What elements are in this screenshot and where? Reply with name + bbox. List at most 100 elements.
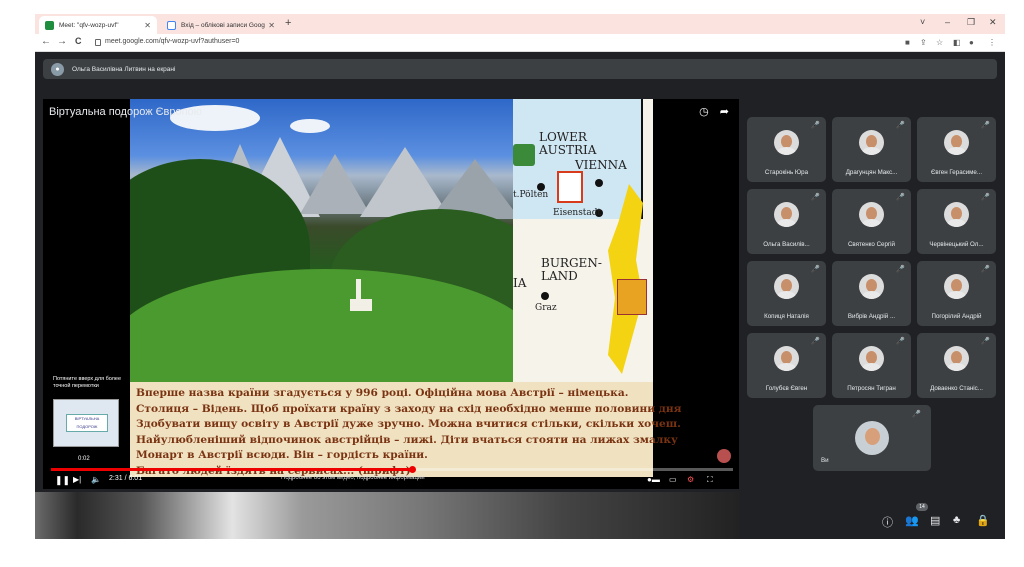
participant-name: Вибрів Андрій ... bbox=[847, 313, 896, 320]
fullscreen-icon[interactable]: ⛶ bbox=[707, 475, 713, 485]
mic-off-icon: 🎤 bbox=[896, 266, 905, 273]
address-bar: ← → C meet.google.com/qfv-wozp-uvf?authu… bbox=[35, 34, 1005, 52]
self-avatar bbox=[855, 421, 889, 455]
map-label-vienna: VIENNA bbox=[575, 158, 627, 172]
participant-tile[interactable]: 🎤 Погорілий Андрій bbox=[917, 261, 996, 326]
profile-icon[interactable]: ● bbox=[969, 38, 974, 47]
camera-icon[interactable]: ■ bbox=[905, 38, 910, 47]
mic-off-icon: 🎤 bbox=[981, 338, 990, 345]
participant-tile[interactable]: 🎤 Святенко Сергій bbox=[832, 189, 911, 254]
tab-close-icon[interactable]: ✕ bbox=[268, 21, 275, 30]
participant-avatar bbox=[944, 274, 969, 299]
self-name: Ви bbox=[821, 457, 829, 464]
participant-tile[interactable]: 🎤 Доваенко Станіс... bbox=[917, 333, 996, 398]
channel-logo-icon[interactable] bbox=[717, 449, 731, 463]
participant-tile[interactable]: 🎤 Червінецький Ол... bbox=[917, 189, 996, 254]
lock-icon[interactable] bbox=[95, 39, 101, 46]
reload-button[interactable]: C bbox=[75, 36, 82, 46]
tab-title: Meet: "qfv-wozp-uvf" bbox=[59, 21, 119, 29]
participant-tile[interactable]: 🎤 Копиця Наталія bbox=[747, 261, 826, 326]
participant-avatar bbox=[859, 202, 884, 227]
share-video-icon[interactable]: ➦ bbox=[720, 106, 729, 118]
caption-box: Вперше назва країни згадується у 996 роц… bbox=[130, 382, 681, 477]
participant-tile[interactable]: 🎤 Петросян Тигран bbox=[832, 333, 911, 398]
mic-off-icon: 🎤 bbox=[811, 338, 820, 345]
participant-name: Святенко Сергій bbox=[847, 241, 896, 248]
participant-avatar bbox=[944, 130, 969, 155]
participant-name: Копиця Наталія bbox=[764, 313, 809, 320]
mic-off-icon: 🎤 bbox=[912, 411, 921, 418]
new-tab-button[interactable]: + bbox=[285, 17, 291, 29]
participant-name: Голубєв Євген bbox=[765, 385, 808, 392]
activities-icon[interactable]: ♣ bbox=[953, 514, 960, 526]
map-label-polten: t.Pölten bbox=[513, 190, 549, 200]
participant-tile[interactable]: 🎤 Євген Герасиме... bbox=[917, 117, 996, 182]
self-tile[interactable]: 🎤 Ви bbox=[813, 405, 931, 471]
participant-avatar bbox=[859, 274, 884, 299]
mic-off-icon: 🎤 bbox=[981, 122, 990, 129]
lock-icon[interactable]: 🔒 bbox=[976, 514, 990, 527]
forward-button[interactable]: → bbox=[57, 36, 67, 47]
participant-name: Погорілий Андрій bbox=[931, 313, 982, 320]
volume-icon[interactable]: 🔈 bbox=[91, 475, 101, 484]
video-title: Віртуальна подорож Європою bbox=[49, 106, 202, 118]
tab-meet[interactable]: Meet: "qfv-wozp-uvf" ✕ bbox=[39, 16, 157, 34]
mic-off-icon: 🎤 bbox=[811, 194, 820, 201]
minimize-button[interactable]: – bbox=[945, 17, 950, 27]
url-field[interactable]: meet.google.com/qfv-wozp-uvf?authuser=0 bbox=[105, 38, 239, 45]
map-label-lower-austria: LOWER AUSTRIA bbox=[539, 130, 597, 157]
next-icon[interactable]: ▶| bbox=[73, 475, 81, 484]
participant-name: Червінецький Ол... bbox=[929, 241, 984, 248]
participant-tile[interactable]: 🎤 Вибрів Андрій ... bbox=[832, 261, 911, 326]
participant-avatar bbox=[859, 130, 884, 155]
presenter-avatar: ● bbox=[51, 62, 64, 76]
participant-tile[interactable]: 🎤 Драгунцян Макс... bbox=[832, 117, 911, 182]
participant-name: Старокінь Юра bbox=[764, 169, 809, 176]
sidebar-icon[interactable]: ◧ bbox=[953, 38, 961, 47]
chat-icon[interactable]: ▤ bbox=[930, 514, 940, 527]
mic-off-icon: 🎤 bbox=[811, 122, 820, 129]
settings-icon[interactable]: ⚙ bbox=[687, 475, 694, 484]
map-label-burgenland: BURGEN- LAND bbox=[541, 256, 602, 283]
video-info-text: Подробнее об этом видео, подробнее инфор… bbox=[281, 475, 425, 481]
video-controls: ❚❚ ▶| 🔈 2:31 / 6:01 Подробнее об этом ви… bbox=[51, 475, 733, 489]
meet-favicon-icon bbox=[45, 20, 54, 30]
participant-name: Петросян Тигран bbox=[847, 385, 896, 392]
people-icon[interactable]: 👥 bbox=[905, 514, 919, 527]
presenter-banner: ● Ольга Василівна Литвин на екрані bbox=[43, 59, 997, 79]
participant-avatar bbox=[774, 274, 799, 299]
close-window-button[interactable]: ✕ bbox=[989, 17, 997, 28]
maximize-button[interactable]: ❐ bbox=[967, 17, 975, 28]
map-of-austria: LOWER AUSTRIA VIENNA t.Pölten Eisenstadt… bbox=[513, 99, 653, 382]
pause-icon[interactable]: ❚❚ bbox=[55, 475, 70, 486]
tab-bar: Meet: "qfv-wozp-uvf" ✕ Вхід – облікові з… bbox=[35, 14, 1005, 34]
tab-search-icon[interactable]: ˅ bbox=[920, 17, 925, 27]
menu-icon[interactable]: ⋮ bbox=[988, 38, 996, 47]
participant-name: Драгунцян Макс... bbox=[845, 169, 898, 176]
participant-tile[interactable]: 🎤 Голубєв Євген bbox=[747, 333, 826, 398]
presenter-text: Ольга Василівна Литвин на екрані bbox=[72, 65, 176, 73]
participant-tile[interactable]: 🎤 Старокінь Юра bbox=[747, 117, 826, 182]
subtitles-icon[interactable]: ▭ bbox=[669, 475, 677, 484]
participant-avatar bbox=[944, 346, 969, 371]
video-progress-bar[interactable] bbox=[51, 466, 733, 473]
mic-off-icon: 🎤 bbox=[896, 194, 905, 201]
video-top-controls: ◷ ➦ bbox=[699, 105, 729, 118]
info-icon[interactable]: ⓘ bbox=[882, 514, 893, 530]
mic-off-icon: 🎤 bbox=[896, 122, 905, 129]
caption-line: Здобувати вищу освіту в Австрії дуже зру… bbox=[136, 418, 681, 430]
tab-close-icon[interactable]: ✕ bbox=[144, 21, 151, 30]
participant-name: Ольга Василів... bbox=[763, 241, 810, 248]
participant-tile[interactable]: 🎤 Ольга Василів... bbox=[747, 189, 826, 254]
video-time: 2:31 / 6:01 bbox=[109, 475, 143, 482]
watch-later-icon[interactable]: ◷ bbox=[699, 106, 709, 118]
shared-video[interactable]: Віртуальна подорож Європою ◷ ➦ LOWER AUS… bbox=[43, 99, 739, 489]
back-button[interactable]: ← bbox=[41, 36, 51, 47]
star-icon[interactable]: ☆ bbox=[936, 38, 943, 47]
share-icon[interactable]: ⇪ bbox=[920, 38, 927, 47]
tab-google-login[interactable]: Вхід – облікові записи Google ✕ bbox=[161, 16, 281, 34]
autoplay-toggle-icon[interactable]: ●▬ bbox=[647, 475, 660, 484]
seek-hint: Потяните вверх для более точной перемотк… bbox=[53, 376, 121, 389]
landscape-photo bbox=[130, 99, 513, 382]
participant-avatar bbox=[859, 346, 884, 371]
